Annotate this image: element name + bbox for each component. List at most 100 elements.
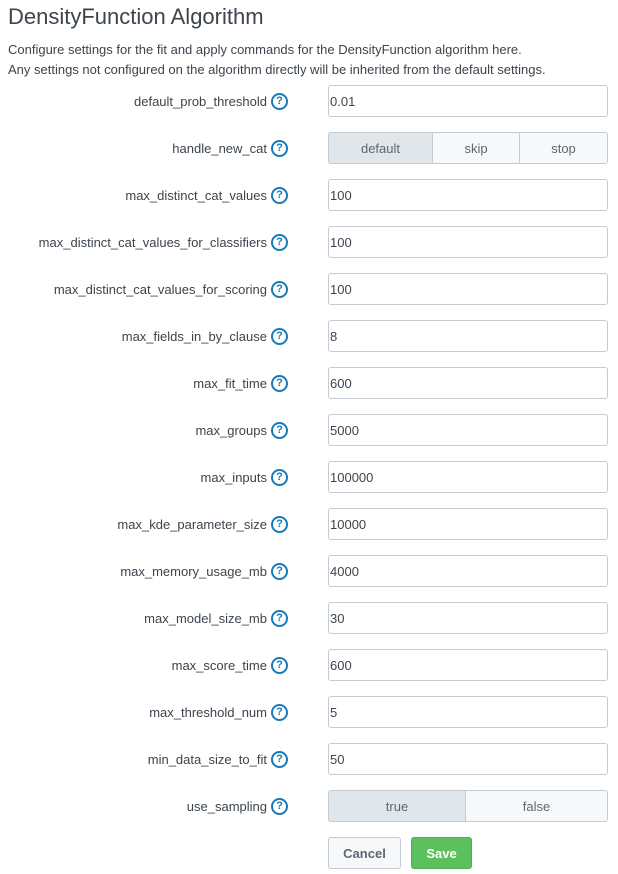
setting-label-text: max_distinct_cat_values xyxy=(125,187,267,203)
setting-label: max_fit_time? xyxy=(193,367,288,399)
setting-row-min-data-size-to-fit: min_data_size_to_fit? xyxy=(0,743,618,790)
setting-control xyxy=(328,649,608,681)
setting-label-text: max_inputs xyxy=(200,469,267,485)
density-function-settings-page: DensityFunction Algorithm Configure sett… xyxy=(0,0,618,874)
setting-control xyxy=(328,461,608,493)
setting-label: max_fields_in_by_clause? xyxy=(122,320,288,352)
setting-label: handle_new_cat? xyxy=(172,132,288,164)
max-kde-parameter-size-input[interactable] xyxy=(328,508,608,540)
setting-control xyxy=(328,414,608,446)
help-icon[interactable]: ? xyxy=(271,186,288,204)
setting-label-text: max_groups xyxy=(195,422,267,438)
page-title: DensityFunction Algorithm xyxy=(8,4,264,29)
setting-label-text: max_kde_parameter_size xyxy=(117,516,267,532)
help-icon[interactable]: ? xyxy=(271,562,288,580)
help-icon[interactable]: ? xyxy=(271,609,288,627)
setting-label-text: max_fields_in_by_clause xyxy=(121,328,267,344)
setting-label: max_distinct_cat_values_for_scoring? xyxy=(54,273,288,305)
min-data-size-to-fit-input[interactable] xyxy=(328,743,608,775)
setting-label: default_prob_threshold? xyxy=(134,85,288,117)
form-actions: Cancel Save xyxy=(328,837,472,869)
help-icon[interactable]: ? xyxy=(271,750,288,768)
option-false[interactable]: false xyxy=(466,791,607,821)
max-model-size-mb-input[interactable] xyxy=(328,602,608,634)
help-icon[interactable]: ? xyxy=(271,327,288,345)
setting-row-use-sampling: use_sampling? true false xyxy=(0,790,618,837)
setting-row-max-memory-usage-mb: max_memory_usage_mb? xyxy=(0,555,618,602)
setting-label-text: use_sampling xyxy=(186,798,267,814)
page-description: Configure settings for the fit and apply… xyxy=(8,40,608,80)
setting-row-max-groups: max_groups? xyxy=(0,414,618,461)
help-icon[interactable]: ? xyxy=(271,656,288,674)
settings-form: default_prob_threshold?handle_new_cat?de… xyxy=(0,85,618,837)
setting-control xyxy=(328,320,608,352)
use-sampling-toggle: true false xyxy=(328,790,608,822)
setting-control xyxy=(328,179,608,211)
setting-row-max-inputs: max_inputs? xyxy=(0,461,618,508)
setting-label: min_data_size_to_fit? xyxy=(148,743,288,775)
help-icon[interactable]: ? xyxy=(271,703,288,721)
setting-row-max-fields-in-by-clause: max_fields_in_by_clause? xyxy=(0,320,618,367)
option-stop[interactable]: stop xyxy=(520,133,607,163)
max-fields-in-by-clause-input[interactable] xyxy=(328,320,608,352)
save-button[interactable]: Save xyxy=(411,837,472,869)
help-icon[interactable]: ? xyxy=(271,139,288,157)
setting-control xyxy=(328,696,608,728)
default-prob-threshold-input[interactable] xyxy=(328,85,608,117)
description-line-2: Any settings not configured on the algor… xyxy=(8,62,546,77)
max-distinct-cat-values-for-scoring-input[interactable] xyxy=(328,273,608,305)
setting-row-handle-new-cat: handle_new_cat? default skip stop xyxy=(0,132,618,179)
setting-row-max-kde-parameter-size: max_kde_parameter_size? xyxy=(0,508,618,555)
help-icon[interactable]: ? xyxy=(271,233,288,251)
setting-label: use_sampling? xyxy=(187,790,288,822)
setting-row-default-prob-threshold: default_prob_threshold? xyxy=(0,85,618,132)
setting-label-text: max_threshold_num xyxy=(149,704,267,720)
setting-row-max-distinct-cat-values-for-scoring: max_distinct_cat_values_for_scoring? xyxy=(0,273,618,320)
option-skip[interactable]: skip xyxy=(433,133,520,163)
setting-label-text: max_memory_usage_mb xyxy=(120,563,267,579)
max-memory-usage-mb-input[interactable] xyxy=(328,555,608,587)
setting-control: default skip stop xyxy=(328,132,608,164)
setting-row-max-fit-time: max_fit_time? xyxy=(0,367,618,414)
setting-row-max-threshold-num: max_threshold_num? xyxy=(0,696,618,743)
max-inputs-input[interactable] xyxy=(328,461,608,493)
setting-label-text: handle_new_cat xyxy=(172,140,267,156)
setting-control xyxy=(328,602,608,634)
max-fit-time-input[interactable] xyxy=(328,367,608,399)
setting-label-text: max_distinct_cat_values_for_classifiers xyxy=(38,234,267,250)
setting-label: max_memory_usage_mb? xyxy=(120,555,288,587)
setting-label: max_kde_parameter_size? xyxy=(117,508,288,540)
max-groups-input[interactable] xyxy=(328,414,608,446)
max-distinct-cat-values-for-classifiers-input[interactable] xyxy=(328,226,608,258)
setting-control xyxy=(328,273,608,305)
setting-label: max_groups? xyxy=(195,414,288,446)
setting-label-text: default_prob_threshold xyxy=(134,93,267,109)
help-icon[interactable]: ? xyxy=(271,797,288,815)
max-threshold-num-input[interactable] xyxy=(328,696,608,728)
max-distinct-cat-values-input[interactable] xyxy=(328,179,608,211)
max-score-time-input[interactable] xyxy=(328,649,608,681)
help-icon[interactable]: ? xyxy=(271,374,288,392)
help-icon[interactable]: ? xyxy=(271,280,288,298)
setting-label: max_score_time? xyxy=(172,649,288,681)
option-true[interactable]: true xyxy=(329,791,466,821)
setting-label: max_distinct_cat_values? xyxy=(125,179,288,211)
setting-label-text: min_data_size_to_fit xyxy=(147,751,267,767)
setting-label-text: max_fit_time xyxy=(193,375,267,391)
help-icon[interactable]: ? xyxy=(271,421,288,439)
help-icon[interactable]: ? xyxy=(271,92,288,110)
handle-new-cat-toggle: default skip stop xyxy=(328,132,608,164)
setting-label: max_model_size_mb? xyxy=(144,602,288,634)
setting-control: true false xyxy=(328,790,608,822)
option-default[interactable]: default xyxy=(329,133,433,163)
setting-label-text: max_model_size_mb xyxy=(144,610,267,626)
setting-label: max_distinct_cat_values_for_classifiers? xyxy=(39,226,288,258)
help-icon[interactable]: ? xyxy=(271,515,288,533)
setting-label: max_inputs? xyxy=(201,461,288,493)
cancel-button[interactable]: Cancel xyxy=(328,837,401,869)
setting-control xyxy=(328,743,608,775)
setting-control xyxy=(328,508,608,540)
setting-label: max_threshold_num? xyxy=(149,696,288,728)
setting-control xyxy=(328,367,608,399)
help-icon[interactable]: ? xyxy=(271,468,288,486)
